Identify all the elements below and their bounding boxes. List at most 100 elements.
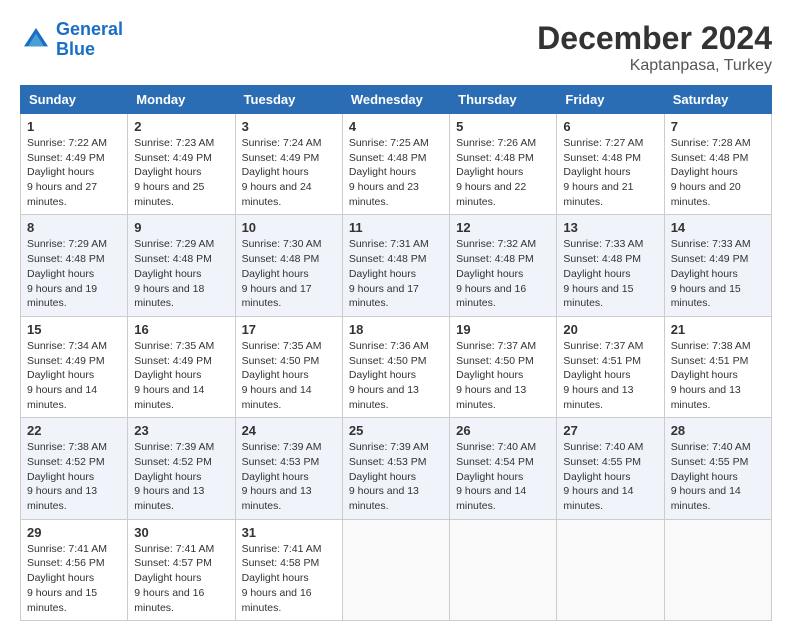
calendar-cell <box>557 519 664 620</box>
day-info: Sunrise: 7:40 AM Sunset: 4:54 PM Dayligh… <box>456 440 550 513</box>
day-info: Sunrise: 7:31 AM Sunset: 4:48 PM Dayligh… <box>349 237 443 310</box>
calendar-cell: 23 Sunrise: 7:39 AM Sunset: 4:52 PM Dayl… <box>128 418 235 519</box>
calendar-cell: 22 Sunrise: 7:38 AM Sunset: 4:52 PM Dayl… <box>21 418 128 519</box>
calendar-cell: 1 Sunrise: 7:22 AM Sunset: 4:49 PM Dayli… <box>21 114 128 215</box>
day-number: 5 <box>456 119 550 134</box>
day-number: 2 <box>134 119 228 134</box>
day-number: 6 <box>563 119 657 134</box>
calendar-cell: 24 Sunrise: 7:39 AM Sunset: 4:53 PM Dayl… <box>235 418 342 519</box>
day-number: 24 <box>242 423 336 438</box>
day-number: 31 <box>242 525 336 540</box>
calendar-cell: 4 Sunrise: 7:25 AM Sunset: 4:48 PM Dayli… <box>342 114 449 215</box>
calendar-cell: 3 Sunrise: 7:24 AM Sunset: 4:49 PM Dayli… <box>235 114 342 215</box>
calendar-cell: 6 Sunrise: 7:27 AM Sunset: 4:48 PM Dayli… <box>557 114 664 215</box>
day-info: Sunrise: 7:24 AM Sunset: 4:49 PM Dayligh… <box>242 136 336 209</box>
calendar-cell: 7 Sunrise: 7:28 AM Sunset: 4:48 PM Dayli… <box>664 114 771 215</box>
calendar-cell: 10 Sunrise: 7:30 AM Sunset: 4:48 PM Dayl… <box>235 215 342 316</box>
calendar-cell: 8 Sunrise: 7:29 AM Sunset: 4:48 PM Dayli… <box>21 215 128 316</box>
calendar-cell: 19 Sunrise: 7:37 AM Sunset: 4:50 PM Dayl… <box>450 316 557 417</box>
logo: General Blue <box>20 20 123 60</box>
calendar-cell: 25 Sunrise: 7:39 AM Sunset: 4:53 PM Dayl… <box>342 418 449 519</box>
calendar-week-row: 1 Sunrise: 7:22 AM Sunset: 4:49 PM Dayli… <box>21 114 772 215</box>
day-number: 17 <box>242 322 336 337</box>
day-number: 4 <box>349 119 443 134</box>
calendar-cell: 27 Sunrise: 7:40 AM Sunset: 4:55 PM Dayl… <box>557 418 664 519</box>
page-header: General Blue December 2024 Kaptanpasa, T… <box>20 20 772 75</box>
day-info: Sunrise: 7:27 AM Sunset: 4:48 PM Dayligh… <box>563 136 657 209</box>
day-info: Sunrise: 7:33 AM Sunset: 4:48 PM Dayligh… <box>563 237 657 310</box>
calendar-day-header: Sunday <box>21 86 128 114</box>
title-block: December 2024 Kaptanpasa, Turkey <box>537 20 772 75</box>
calendar-day-header: Tuesday <box>235 86 342 114</box>
day-number: 13 <box>563 220 657 235</box>
month-year: December 2024 <box>537 20 772 57</box>
day-number: 23 <box>134 423 228 438</box>
calendar-cell: 14 Sunrise: 7:33 AM Sunset: 4:49 PM Dayl… <box>664 215 771 316</box>
day-info: Sunrise: 7:39 AM Sunset: 4:53 PM Dayligh… <box>242 440 336 513</box>
day-info: Sunrise: 7:38 AM Sunset: 4:51 PM Dayligh… <box>671 339 765 412</box>
day-info: Sunrise: 7:30 AM Sunset: 4:48 PM Dayligh… <box>242 237 336 310</box>
day-number: 26 <box>456 423 550 438</box>
calendar-cell: 15 Sunrise: 7:34 AM Sunset: 4:49 PM Dayl… <box>21 316 128 417</box>
day-info: Sunrise: 7:38 AM Sunset: 4:52 PM Dayligh… <box>27 440 121 513</box>
calendar-cell: 2 Sunrise: 7:23 AM Sunset: 4:49 PM Dayli… <box>128 114 235 215</box>
calendar-week-row: 29 Sunrise: 7:41 AM Sunset: 4:56 PM Dayl… <box>21 519 772 620</box>
day-number: 28 <box>671 423 765 438</box>
calendar-week-row: 22 Sunrise: 7:38 AM Sunset: 4:52 PM Dayl… <box>21 418 772 519</box>
calendar-cell <box>450 519 557 620</box>
calendar-cell: 12 Sunrise: 7:32 AM Sunset: 4:48 PM Dayl… <box>450 215 557 316</box>
logo-icon <box>20 24 52 56</box>
day-number: 14 <box>671 220 765 235</box>
day-number: 8 <box>27 220 121 235</box>
calendar-day-header: Friday <box>557 86 664 114</box>
day-number: 20 <box>563 322 657 337</box>
calendar-cell: 9 Sunrise: 7:29 AM Sunset: 4:48 PM Dayli… <box>128 215 235 316</box>
calendar-cell: 11 Sunrise: 7:31 AM Sunset: 4:48 PM Dayl… <box>342 215 449 316</box>
day-number: 12 <box>456 220 550 235</box>
day-info: Sunrise: 7:41 AM Sunset: 4:58 PM Dayligh… <box>242 542 336 615</box>
day-number: 1 <box>27 119 121 134</box>
day-number: 7 <box>671 119 765 134</box>
calendar-cell: 26 Sunrise: 7:40 AM Sunset: 4:54 PM Dayl… <box>450 418 557 519</box>
calendar-table: SundayMondayTuesdayWednesdayThursdayFrid… <box>20 85 772 621</box>
day-number: 22 <box>27 423 121 438</box>
day-info: Sunrise: 7:36 AM Sunset: 4:50 PM Dayligh… <box>349 339 443 412</box>
calendar-cell: 16 Sunrise: 7:35 AM Sunset: 4:49 PM Dayl… <box>128 316 235 417</box>
day-number: 18 <box>349 322 443 337</box>
calendar-cell: 5 Sunrise: 7:26 AM Sunset: 4:48 PM Dayli… <box>450 114 557 215</box>
calendar-cell: 17 Sunrise: 7:35 AM Sunset: 4:50 PM Dayl… <box>235 316 342 417</box>
day-info: Sunrise: 7:39 AM Sunset: 4:52 PM Dayligh… <box>134 440 228 513</box>
location: Kaptanpasa, Turkey <box>537 57 772 75</box>
calendar-cell <box>342 519 449 620</box>
day-info: Sunrise: 7:26 AM Sunset: 4:48 PM Dayligh… <box>456 136 550 209</box>
calendar-cell: 13 Sunrise: 7:33 AM Sunset: 4:48 PM Dayl… <box>557 215 664 316</box>
calendar-cell <box>664 519 771 620</box>
day-info: Sunrise: 7:35 AM Sunset: 4:49 PM Dayligh… <box>134 339 228 412</box>
day-number: 19 <box>456 322 550 337</box>
calendar-cell: 29 Sunrise: 7:41 AM Sunset: 4:56 PM Dayl… <box>21 519 128 620</box>
calendar-cell: 20 Sunrise: 7:37 AM Sunset: 4:51 PM Dayl… <box>557 316 664 417</box>
day-number: 11 <box>349 220 443 235</box>
day-number: 16 <box>134 322 228 337</box>
calendar-day-header: Saturday <box>664 86 771 114</box>
day-info: Sunrise: 7:23 AM Sunset: 4:49 PM Dayligh… <box>134 136 228 209</box>
day-info: Sunrise: 7:40 AM Sunset: 4:55 PM Dayligh… <box>671 440 765 513</box>
day-info: Sunrise: 7:33 AM Sunset: 4:49 PM Dayligh… <box>671 237 765 310</box>
calendar-header-row: SundayMondayTuesdayWednesdayThursdayFrid… <box>21 86 772 114</box>
day-info: Sunrise: 7:29 AM Sunset: 4:48 PM Dayligh… <box>134 237 228 310</box>
day-info: Sunrise: 7:41 AM Sunset: 4:56 PM Dayligh… <box>27 542 121 615</box>
day-number: 27 <box>563 423 657 438</box>
day-number: 9 <box>134 220 228 235</box>
day-info: Sunrise: 7:37 AM Sunset: 4:51 PM Dayligh… <box>563 339 657 412</box>
day-number: 30 <box>134 525 228 540</box>
day-info: Sunrise: 7:37 AM Sunset: 4:50 PM Dayligh… <box>456 339 550 412</box>
day-number: 29 <box>27 525 121 540</box>
day-info: Sunrise: 7:41 AM Sunset: 4:57 PM Dayligh… <box>134 542 228 615</box>
calendar-cell: 18 Sunrise: 7:36 AM Sunset: 4:50 PM Dayl… <box>342 316 449 417</box>
day-info: Sunrise: 7:22 AM Sunset: 4:49 PM Dayligh… <box>27 136 121 209</box>
day-info: Sunrise: 7:29 AM Sunset: 4:48 PM Dayligh… <box>27 237 121 310</box>
logo-text: General Blue <box>56 20 123 60</box>
calendar-day-header: Wednesday <box>342 86 449 114</box>
calendar-cell: 21 Sunrise: 7:38 AM Sunset: 4:51 PM Dayl… <box>664 316 771 417</box>
calendar-week-row: 8 Sunrise: 7:29 AM Sunset: 4:48 PM Dayli… <box>21 215 772 316</box>
